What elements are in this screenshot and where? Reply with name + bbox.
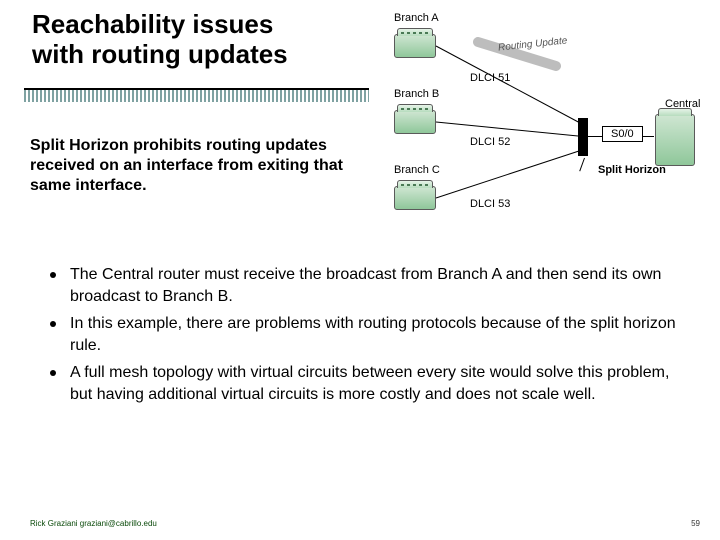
- slide-title: Reachability issues with routing updates: [0, 10, 320, 72]
- network-diagram: Branch A Branch B Branch C Central Routi…: [370, 6, 712, 216]
- label-dlci-51: DLCI 51: [470, 72, 510, 84]
- label-dlci-53: DLCI 53: [470, 198, 510, 210]
- bullet-list: The Central router must receive the broa…: [50, 264, 690, 412]
- footer-author: Rick Graziani graziani@cabrillo.edu: [30, 519, 157, 528]
- list-item: A full mesh topology with virtual circui…: [50, 362, 690, 405]
- title-line-1: Reachability issues: [32, 9, 273, 39]
- list-item: In this example, there are problems with…: [50, 313, 690, 356]
- bullet-icon: [50, 272, 56, 278]
- bullet-text: A full mesh topology with virtual circui…: [70, 362, 690, 405]
- label-split-horizon: Split Horizon: [598, 164, 666, 176]
- footer-page-number: 59: [691, 519, 700, 528]
- bullet-icon: [50, 370, 56, 376]
- label-dlci-52: DLCI 52: [470, 136, 510, 148]
- label-s0-0: S0/0: [602, 126, 643, 142]
- subheading: Split Horizon prohibits routing updates …: [30, 136, 360, 196]
- title-line-2: with routing updates: [32, 39, 288, 69]
- list-item: The Central router must receive the broa…: [50, 264, 690, 307]
- bullet-icon: [50, 321, 56, 327]
- title-pattern: [24, 90, 369, 102]
- bullet-text: The Central router must receive the broa…: [70, 264, 690, 307]
- slide: Reachability issues with routing updates…: [0, 0, 720, 540]
- bullet-text: In this example, there are problems with…: [70, 313, 690, 356]
